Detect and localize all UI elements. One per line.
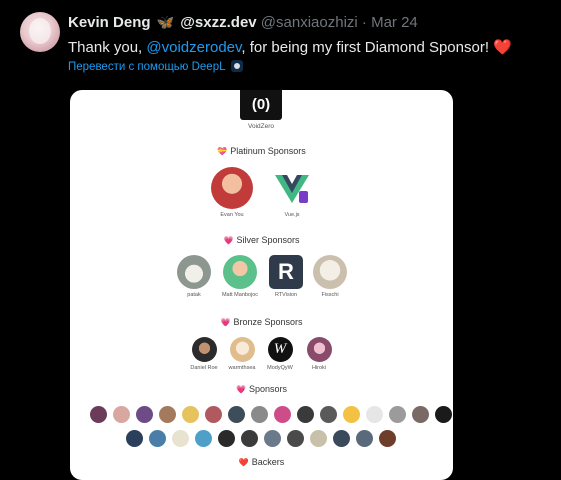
heart-icon: ❤️	[238, 458, 249, 467]
sponsor-name: Vue.js	[284, 212, 300, 218]
deepl-icon	[230, 60, 243, 72]
silver-title-text: Silver Sponsors	[236, 235, 300, 245]
sponsor-avatar	[205, 406, 222, 423]
sponsor-avatar	[195, 430, 212, 447]
silver-sponsor: Fisschi	[310, 255, 350, 298]
sponsor-avatar	[113, 406, 130, 423]
tweet-text: Thank you, @voidzerodev, for being my fi…	[68, 38, 512, 56]
separator-dot: ·	[361, 14, 367, 31]
translate-link[interactable]: Перевести с помощью DeepL	[68, 60, 243, 73]
sponsor-name: Fisschi	[321, 292, 339, 298]
sponsor-avatar	[297, 406, 314, 423]
silver-sponsor: R RTVision	[266, 255, 306, 298]
heart-icon: 💗	[220, 318, 231, 327]
mention-link[interactable]: @voidzerodev	[146, 39, 241, 56]
tweet-text-after: , for being my first Diamond Sponsor!	[241, 39, 494, 56]
sponsor-avatar	[310, 430, 327, 447]
sponsor-avatar	[333, 430, 350, 447]
voidzero-label: VoidZero	[247, 123, 275, 130]
sponsor-avatar	[229, 337, 255, 362]
sponsor-name: Daniel Roe	[190, 365, 218, 371]
silver-sponsor: Matt Manbojoc	[215, 255, 265, 298]
sponsor-avatar	[274, 406, 291, 423]
sponsor-avatar	[218, 430, 235, 447]
bronze-sponsor: W ModyQyW	[260, 337, 300, 371]
sponsor-avatar	[241, 430, 258, 447]
sponsor-name: RTVision	[274, 292, 298, 298]
platinum-sponsor: Vue.js	[270, 167, 314, 218]
author-name[interactable]: Kevin Deng	[68, 14, 151, 31]
modyqyw-logo-icon: W	[267, 337, 293, 362]
sponsor-avatar	[172, 430, 189, 447]
sponsor-avatar	[177, 255, 211, 289]
sponsor-avatar	[251, 406, 268, 423]
backers-title-text: Backers	[251, 457, 285, 467]
sponsor-avatar	[356, 430, 373, 447]
sponsor-avatar	[320, 406, 337, 423]
silver-title: 💗 Silver Sponsors	[70, 235, 453, 245]
sponsor-avatar	[182, 406, 199, 423]
bronze-sponsor: warmthsea	[222, 337, 262, 371]
translate-label[interactable]: Перевести с помощью DeepL	[68, 61, 226, 73]
sponsor-avatar	[159, 406, 176, 423]
silver-sponsor: patak	[174, 255, 214, 298]
butterfly-icon: 🦋	[156, 14, 175, 30]
sponsor-name: Hiroki	[311, 365, 327, 371]
sponsor-name: warmthsea	[228, 365, 256, 371]
sponsor-avatar	[126, 430, 143, 447]
sponsor-name: Evan You	[220, 212, 244, 218]
vue-logo-icon	[271, 167, 313, 209]
sponsor-avatar	[191, 337, 217, 362]
platinum-title: 💝 Platinum Sponsors	[70, 146, 453, 156]
author-handle[interactable]: @sanxiaozhizi	[261, 14, 358, 31]
sponsor-avatar	[379, 430, 396, 447]
platinum-sponsor: Evan You	[210, 167, 254, 218]
voidzero-logo: (0)	[240, 90, 282, 120]
heart-gift-icon: 💝	[217, 147, 228, 156]
bronze-title-text: Bronze Sponsors	[233, 317, 303, 327]
sponsor-avatar	[366, 406, 383, 423]
sponsor-name: Matt Manbojoc	[221, 292, 259, 298]
sponsor-avatar	[343, 406, 360, 423]
sponsor-avatar	[435, 406, 452, 423]
sponsors-title: 💗 Sponsors	[70, 384, 453, 394]
heart-emoji: ❤️	[493, 39, 512, 56]
author-name-suffix[interactable]: @sxzz.dev	[180, 14, 256, 31]
sponsor-avatar	[264, 430, 281, 447]
heart-icon: 💗	[236, 385, 246, 394]
bronze-sponsor: Hiroki	[299, 337, 339, 371]
sponsor-avatar	[90, 406, 107, 423]
rtvision-logo-icon: R	[269, 255, 303, 289]
tweet-date[interactable]: Mar 24	[371, 14, 418, 31]
sponsor-avatar	[287, 430, 304, 447]
platinum-title-text: Platinum Sponsors	[230, 146, 306, 156]
sponsor-name: patak	[187, 292, 201, 298]
sponsor-avatar	[223, 255, 257, 289]
sponsor-avatar	[313, 255, 347, 289]
sponsor-avatar	[136, 406, 153, 423]
sponsor-avatar	[149, 430, 166, 447]
sponsor-avatar	[228, 406, 245, 423]
sponsor-name: ModyQyW	[267, 365, 293, 371]
sponsor-avatar	[306, 337, 332, 362]
bronze-sponsor: Daniel Roe	[184, 337, 224, 371]
tweet-header: Kevin Deng 🦋 @sxzz.dev @sanxiaozhizi · M…	[68, 14, 418, 31]
tweet-text-before: Thank you,	[68, 39, 147, 56]
sponsor-avatar	[412, 406, 429, 423]
heart-icon: 💗	[223, 236, 234, 245]
author-avatar[interactable]	[20, 12, 60, 52]
backers-title: ❤️ Backers	[70, 457, 453, 467]
sponsor-avatar	[211, 167, 253, 209]
sponsor-avatar	[389, 406, 406, 423]
sponsors-image[interactable]: (0) VoidZero 💝 Platinum Sponsors Evan You…	[70, 90, 453, 480]
sponsors-title-text: Sponsors	[248, 384, 287, 394]
bronze-title: 💗 Bronze Sponsors	[70, 317, 453, 327]
